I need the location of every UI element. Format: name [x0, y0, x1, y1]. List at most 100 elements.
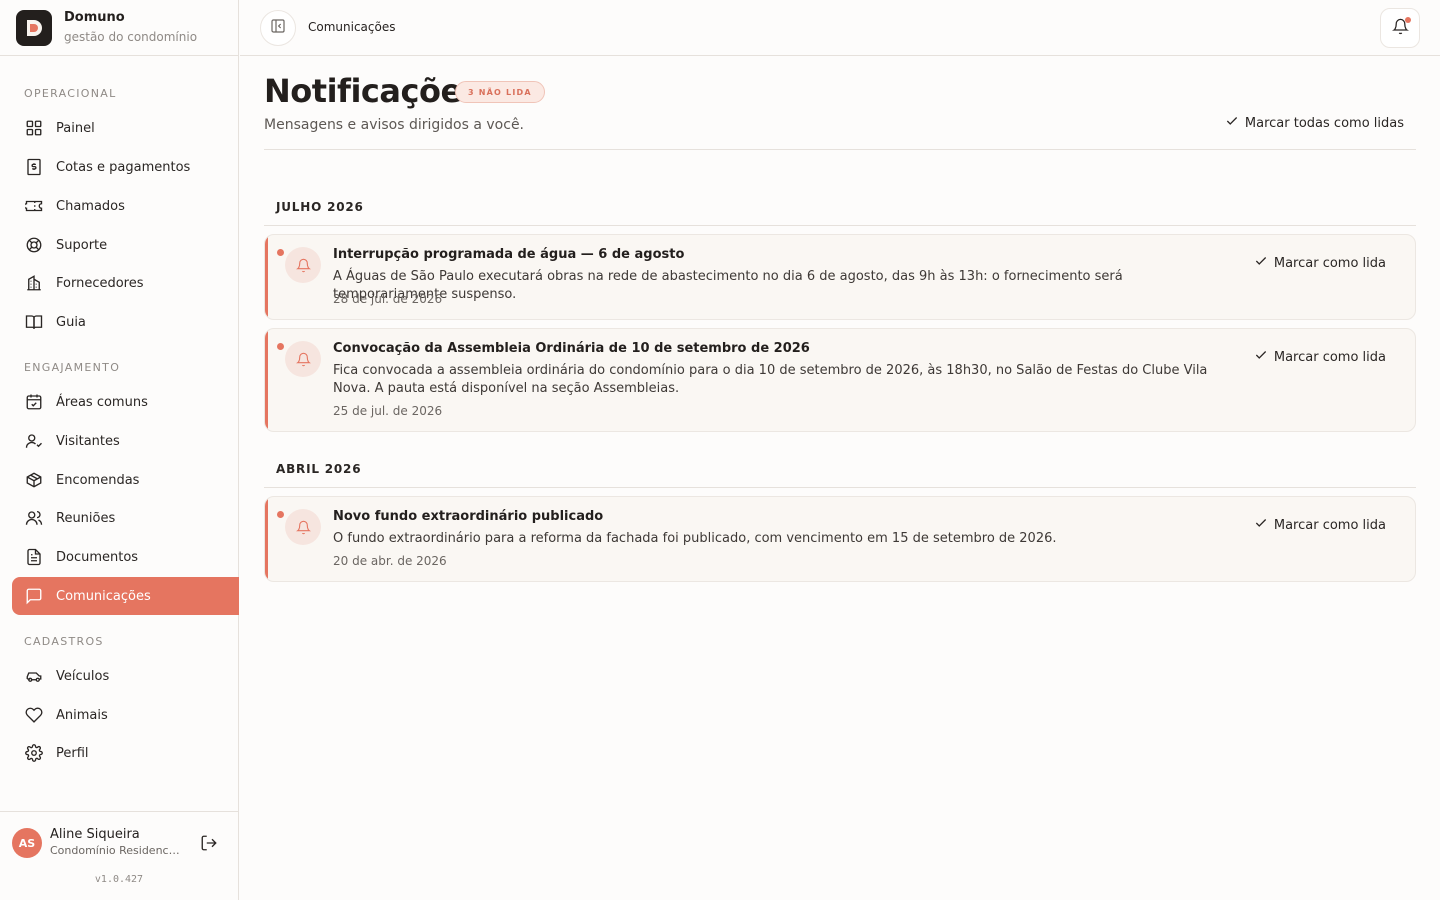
- user-condominium: Condomínio Residencial ...: [50, 844, 182, 857]
- mark-read-label: Marcar como lida: [1273, 349, 1386, 365]
- unread-dot: [277, 249, 284, 256]
- header-divider: [264, 149, 1416, 150]
- document-icon: [24, 547, 44, 567]
- brand-name: Domuno: [64, 10, 125, 25]
- check-icon: [1254, 254, 1268, 272]
- sidebar-item-documentos[interactable]: Documentos: [12, 538, 239, 576]
- breadcrumb: Comunicações: [308, 20, 396, 34]
- notification-card[interactable]: Interrupção programada de água — 6 de ag…: [264, 234, 1416, 320]
- sidebar-item-comunicacoes[interactable]: Comunicações: [12, 577, 239, 615]
- sidebar-item-label: Suporte: [56, 237, 108, 253]
- book-icon: [24, 312, 44, 332]
- avatar[interactable]: AS: [12, 828, 42, 858]
- mark-read-button[interactable]: Marcar como lida: [1254, 254, 1386, 272]
- notification-title: Interrupção programada de água — 6 de ag…: [333, 247, 685, 262]
- sidebar-toggle-button[interactable]: [260, 10, 296, 46]
- sidebar-item-label: Painel: [56, 120, 95, 136]
- bell-icon: [285, 509, 321, 545]
- notification-body: O fundo extraordinário para a reforma da…: [333, 531, 1057, 546]
- panel-left-icon: [270, 18, 286, 38]
- receipt-dollar-icon: [24, 157, 44, 177]
- unread-accent-bar: [265, 235, 268, 319]
- month-heading: ABRIL 2026: [276, 462, 362, 476]
- package-icon: [24, 470, 44, 490]
- mark-read-button[interactable]: Marcar como lida: [1254, 348, 1386, 366]
- building-icon: [24, 273, 44, 293]
- sidebar-item-fornecedores[interactable]: Fornecedores: [12, 264, 239, 302]
- notification-body: Fica convocada a assembleia ordinária do…: [333, 363, 1208, 396]
- sidebar-item-guia[interactable]: Guia: [12, 303, 239, 341]
- calendar-check-icon: [24, 392, 44, 412]
- lifebuoy-icon: [24, 235, 44, 255]
- notifications-button[interactable]: [1380, 8, 1420, 48]
- section-cadastros: CADASTROS: [24, 635, 104, 648]
- sidebar-item-label: Encomendas: [56, 472, 140, 488]
- brand[interactable]: Domuno gestão do condomínio: [0, 0, 238, 56]
- check-icon: [1225, 114, 1239, 132]
- notification-body: A Águas de São Paulo executará obras na …: [333, 269, 1123, 302]
- sidebar-item-label: Cotas e pagamentos: [56, 159, 191, 175]
- brand-logo-icon: [16, 9, 52, 46]
- unread-accent-bar: [265, 497, 268, 581]
- brand-subtitle: gestão do condomínio: [64, 30, 198, 44]
- sidebar-item-areas-comuns[interactable]: Áreas comuns: [12, 383, 239, 421]
- sidebar-item-chamados[interactable]: Chamados: [12, 187, 239, 225]
- check-icon: [1254, 348, 1268, 366]
- mark-read-label: Marcar como lida: [1273, 255, 1386, 271]
- sidebar-item-veiculos[interactable]: Veículos: [12, 657, 239, 695]
- heart-icon: [24, 705, 44, 725]
- app-version: v1.0.427: [94, 874, 144, 885]
- sidebar-item-label: Perfil: [56, 745, 89, 761]
- notification-title: Novo fundo extraordinário publicado: [333, 509, 604, 524]
- month-divider: [264, 487, 1416, 488]
- sidebar-item-label: Veículos: [56, 668, 110, 684]
- unread-count-badge: 3 NÃO LIDA: [455, 81, 545, 103]
- unread-dot: [277, 511, 284, 518]
- month-heading: JULHO 2026: [276, 200, 364, 214]
- sidebar-item-label: Guia: [56, 314, 86, 330]
- notification-card[interactable]: Novo fundo extraordinário publicado O fu…: [264, 496, 1416, 582]
- sidebar-item-encomendas[interactable]: Encomendas: [12, 461, 239, 499]
- logout-icon[interactable]: [200, 834, 218, 852]
- sidebar-item-label: Documentos: [56, 549, 139, 565]
- sidebar-item-label: Visitantes: [56, 433, 120, 449]
- month-divider: [264, 225, 1416, 226]
- sidebar-item-label: Chamados: [56, 198, 125, 214]
- mark-read-label: Marcar como lida: [1273, 517, 1386, 533]
- users-icon: [24, 508, 44, 528]
- section-operacional: OPERACIONAL: [24, 87, 117, 100]
- sidebar-item-label: Animais: [56, 707, 108, 723]
- mark-all-read-label: Marcar todas como lidas: [1244, 115, 1404, 131]
- sidebar-item-reunioes[interactable]: Reuniões: [12, 499, 239, 537]
- sidebar-item-painel[interactable]: Painel: [12, 109, 239, 147]
- user-name: Aline Siqueira: [50, 827, 140, 842]
- mark-all-read-button[interactable]: Marcar todas como lidas: [1225, 114, 1404, 132]
- message-icon: [24, 586, 44, 606]
- user-card: AS Aline Siqueira Condomínio Residencial…: [0, 811, 238, 900]
- notification-date: 20 de abr. de 2026: [333, 554, 447, 568]
- unread-accent-bar: [265, 329, 268, 431]
- sidebar-item-animais[interactable]: Animais: [12, 696, 239, 734]
- notification-date: 25 de jul. de 2026: [333, 404, 443, 418]
- car-icon: [24, 666, 44, 686]
- user-check-icon: [24, 431, 44, 451]
- sidebar-item-cotas[interactable]: Cotas e pagamentos: [12, 148, 239, 186]
- bell-icon: [285, 341, 321, 377]
- page-subtitle: Mensagens e avisos dirigidos a você.: [264, 117, 525, 133]
- topbar: Comunicações: [240, 0, 1440, 56]
- gear-icon: [24, 743, 44, 763]
- mark-read-button[interactable]: Marcar como lida: [1254, 516, 1386, 534]
- sidebar-item-label: Áreas comuns: [56, 394, 148, 410]
- sidebar-item-label: Reuniões: [56, 510, 116, 526]
- notification-card[interactable]: Convocação da Assembleia Ordinária de 10…: [264, 328, 1416, 432]
- sidebar-item-suporte[interactable]: Suporte: [12, 226, 239, 264]
- notification-date: 28 de jul. de 2026: [333, 292, 443, 306]
- grid-icon: [24, 118, 44, 138]
- sidebar-item-label: Comunicações: [56, 588, 151, 604]
- page-title: Notificações: [264, 72, 481, 110]
- sidebar-item-perfil[interactable]: Perfil: [12, 734, 239, 772]
- bell-icon: [285, 247, 321, 283]
- unread-dot: [1405, 17, 1411, 23]
- sidebar-item-visitantes[interactable]: Visitantes: [12, 422, 239, 460]
- unread-dot: [277, 343, 284, 350]
